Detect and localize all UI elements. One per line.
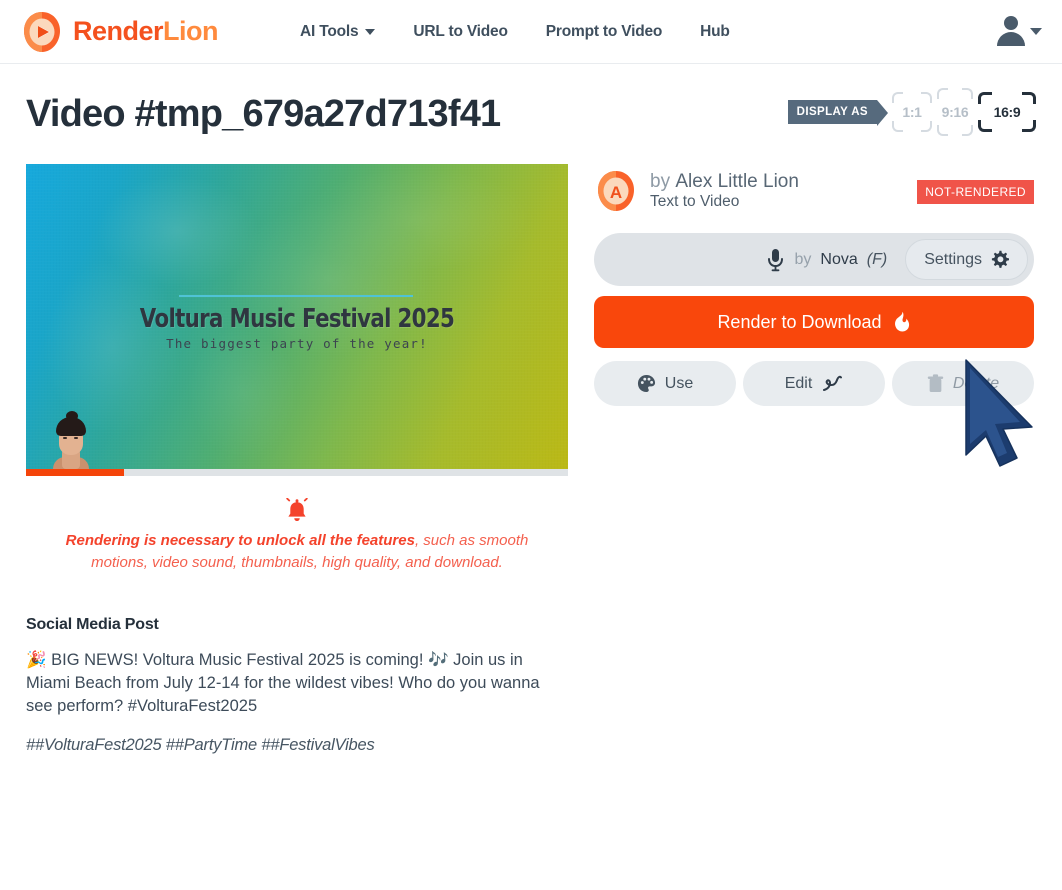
aspect-ratio-1-1-button[interactable]: 1:1 xyxy=(892,92,932,132)
voice-settings-button[interactable]: Settings xyxy=(905,239,1028,280)
video-canvas[interactable]: Voltura Music Festival 2025 The biggest … xyxy=(26,164,568,469)
author-row: A by Alex Little Lion Text to Video NOT-… xyxy=(594,164,1034,218)
palette-icon xyxy=(637,374,655,393)
author-meta: by Alex Little Lion Text to Video xyxy=(650,171,799,212)
render-to-download-button[interactable]: Render to Download xyxy=(594,296,1034,348)
author-name-line: by Alex Little Lion xyxy=(650,171,799,193)
brand-text-second: Lion xyxy=(163,16,219,46)
social-media-post-tags: ##VolturaFest2025 ##PartyTime ##Festival… xyxy=(26,735,375,754)
aspect-ratio-9-16-button[interactable]: 9:16 xyxy=(937,88,973,136)
corner-frame-icon xyxy=(892,92,932,132)
nav-item-prompt-to-video[interactable]: Prompt to Video xyxy=(545,22,663,41)
notice-bold-text: Rendering is necessary to unlock all the… xyxy=(65,532,415,549)
main-layout: Voltura Music Festival 2025 The biggest … xyxy=(26,164,1036,755)
user-menu-button[interactable] xyxy=(997,14,1042,46)
status-badge: NOT-RENDERED xyxy=(917,180,1034,204)
brand-logo-link[interactable]: RenderLion xyxy=(20,10,219,54)
main-nav: AI Tools URL to Video Prompt to Video Hu… xyxy=(300,23,730,41)
display-as-label: DISPLAY AS xyxy=(787,100,889,126)
page-title: Video #tmp_679a27d713f41 xyxy=(26,92,501,135)
use-button[interactable]: Use xyxy=(594,361,736,406)
voice-bar: by Nova (F) Settings xyxy=(594,233,1034,286)
nav-item-label: Prompt to Video xyxy=(545,22,663,40)
page-content: Video #tmp_679a27d713f41 DISPLAY AS 1:1 … xyxy=(0,64,1062,755)
brand-text: RenderLion xyxy=(73,16,219,46)
author-prefix: by xyxy=(650,170,671,192)
voice-name: Nova xyxy=(820,250,858,268)
corner-frame-icon xyxy=(937,88,973,136)
render-required-notice: Rendering is necessary to unlock all the… xyxy=(26,498,568,574)
author-avatar: A xyxy=(594,169,638,213)
edit-button-label: Edit xyxy=(784,374,813,392)
nav-item-url-to-video[interactable]: URL to Video xyxy=(413,22,508,41)
social-media-post-body: 🎉 BIG NEWS! Voltura Music Festival 2025 … xyxy=(26,651,540,715)
gear-icon xyxy=(991,250,1009,268)
display-as-control: DISPLAY AS 1:1 9:16 16:9 xyxy=(787,88,1036,136)
site-header: RenderLion AI Tools URL to Video Prompt … xyxy=(0,0,1062,64)
user-avatar-icon xyxy=(997,14,1025,46)
author-avatar-letter: A xyxy=(610,183,622,202)
video-preview[interactable]: Voltura Music Festival 2025 The biggest … xyxy=(26,164,568,476)
lion-logo-icon xyxy=(20,10,64,54)
chevron-down-icon xyxy=(1030,27,1042,35)
edit-button[interactable]: Edit xyxy=(743,361,885,406)
video-headline-text: Voltura Music Festival 2025 xyxy=(139,304,455,334)
bell-icon xyxy=(286,498,308,521)
chevron-down-icon xyxy=(365,28,376,35)
nav-item-label: AI Tools xyxy=(300,22,359,40)
delete-button-label: Delete xyxy=(952,374,1000,392)
brand-text-first: Render xyxy=(73,16,164,46)
voice-settings-label: Settings xyxy=(924,250,982,268)
video-subline-text: The biggest party of the year! xyxy=(166,336,428,351)
video-column: Voltura Music Festival 2025 The biggest … xyxy=(26,164,568,755)
nav-item-label: Hub xyxy=(700,22,730,40)
nav-item-hub[interactable]: Hub xyxy=(700,23,730,41)
video-progress-bar[interactable] xyxy=(26,469,568,476)
page-title-row: Video #tmp_679a27d713f41 DISPLAY AS 1:1 … xyxy=(26,64,1036,164)
action-buttons-row: Use Edit Delete xyxy=(594,361,1034,406)
microphone-icon xyxy=(768,248,784,271)
nav-item-label: URL to Video xyxy=(413,22,508,40)
video-presenter-avatar xyxy=(49,411,93,469)
flame-icon xyxy=(894,311,909,332)
pen-squiggle-icon xyxy=(823,375,843,391)
aspect-ratio-16-9-button[interactable]: 16:9 xyxy=(978,92,1036,132)
voice-label: by Nova (F) xyxy=(766,248,887,272)
nav-item-ai-tools[interactable]: AI Tools xyxy=(300,22,376,41)
render-button-label: Render to Download xyxy=(717,311,882,332)
social-media-post-heading: Social Media Post xyxy=(26,616,159,634)
delete-button[interactable]: Delete xyxy=(892,361,1034,406)
video-title-divider xyxy=(179,295,413,297)
trash-icon xyxy=(927,374,944,392)
voice-gender: (F) xyxy=(866,250,888,268)
video-kind-label: Text to Video xyxy=(650,193,740,211)
details-column: A by Alex Little Lion Text to Video NOT-… xyxy=(594,164,1034,406)
corner-frame-icon xyxy=(978,92,1036,132)
author-name: Alex Little Lion xyxy=(675,170,799,192)
notice-text: Rendering is necessary to unlock all the… xyxy=(50,530,544,574)
use-button-label: Use xyxy=(664,374,694,392)
voice-by-prefix: by xyxy=(794,250,812,268)
video-progress-fill xyxy=(26,469,124,476)
